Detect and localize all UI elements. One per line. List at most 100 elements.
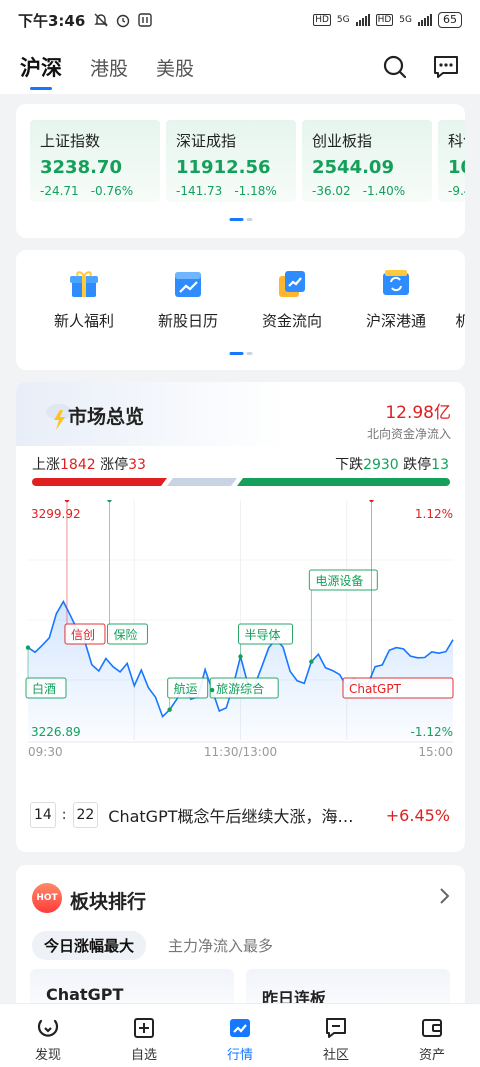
index-change: -141.73 xyxy=(176,184,223,198)
northbound-value: 12.98亿 xyxy=(385,403,451,423)
tab-top-gainers[interactable]: 今日涨幅最大 xyxy=(32,931,147,960)
menu-item-ipo-calendar[interactable]: 新股日历 xyxy=(136,268,240,331)
menu-item-partial[interactable]: 机 xyxy=(448,268,465,331)
nav-label: 资产 xyxy=(418,1048,445,1063)
nfc-icon xyxy=(138,13,153,27)
connect-icon xyxy=(380,268,412,300)
status-right: HD 5G HD 5G 65 xyxy=(313,12,462,28)
advance-decline: 上涨1842 涨停33 下跌2930 跌停13 xyxy=(32,454,449,474)
tab-hong-kong[interactable]: 港股 xyxy=(90,54,128,81)
limit-up-count: 33 xyxy=(128,457,146,473)
nav-label: 自选 xyxy=(130,1048,157,1063)
index-page-indicator xyxy=(229,218,252,221)
alarm-icon xyxy=(117,14,130,28)
annotation-point xyxy=(369,500,374,503)
menu-item-capital-flow[interactable]: 资金流向 xyxy=(240,268,344,331)
nav-market[interactable]: 行情 xyxy=(192,1004,288,1067)
news-hour: 14 xyxy=(30,802,56,828)
annotation-point xyxy=(209,687,215,693)
menu-label: 沪深港通 xyxy=(365,312,426,330)
nav-watchlist[interactable]: 自选 xyxy=(96,1004,192,1067)
index-item-star50[interactable]: 科创50 10 -9.4 xyxy=(438,120,465,202)
status-icons xyxy=(93,12,153,28)
annotation-point xyxy=(25,645,31,650)
up-count: 1842 xyxy=(60,457,96,473)
annotation-label: 保险 xyxy=(113,627,137,642)
annotation-point xyxy=(309,659,314,664)
index-name: 深证成指 xyxy=(176,132,237,150)
battery-icon: 65 xyxy=(438,12,462,28)
ratio-segment-flat xyxy=(167,478,238,486)
northbound-flow: 12.98亿 北向资金净流入 xyxy=(367,398,451,442)
x-tick-label: 15:00 xyxy=(418,745,453,759)
y-axis-max-label: 3299.92 xyxy=(31,507,81,521)
sector-ranking-title: 板块排行 xyxy=(70,891,147,913)
index-item-shenzhen[interactable]: 深证成指 11912.56 -141.73 -1.18% xyxy=(166,120,296,202)
news-minute: 22 xyxy=(72,802,99,828)
index-change: -36.02 xyxy=(312,184,351,198)
market-overview-title: 市场总览 xyxy=(68,406,145,428)
annotation-point xyxy=(107,500,112,503)
annotation-point xyxy=(64,500,70,503)
limit-up-label: 涨停 xyxy=(100,457,129,473)
hd-label-2: HD xyxy=(375,14,394,26)
watchlist-icon xyxy=(134,1018,154,1038)
index-pct: -0.76% xyxy=(90,184,134,198)
index-item-shanghai[interactable]: 上证指数 3238.70 -24.71 -0.76% xyxy=(30,120,160,202)
market-tabs: 沪深 港股 美股 xyxy=(0,40,480,94)
tab-main-inflow[interactable]: 主力净流入最多 xyxy=(156,931,285,960)
northbound-label: 北向资金净流入 xyxy=(366,427,451,441)
tab-shanghai-shenzhen[interactable]: 沪深 xyxy=(20,52,62,90)
index-pct: -1.40% xyxy=(362,184,406,198)
menu-item-stock-connect[interactable]: 沪深港通 xyxy=(344,268,448,331)
advance-decline-ratio-bar xyxy=(32,478,450,486)
annotation-label: 电源设备 xyxy=(315,574,363,588)
nav-community[interactable]: 社区 xyxy=(288,1004,384,1067)
up-label: 上涨 xyxy=(32,457,60,473)
quick-menu-card: 新人福利 新股日历 资金流向 沪深港通 机 xyxy=(16,250,465,370)
nav-discover[interactable]: 发现 xyxy=(0,1004,96,1067)
nav-label: 行情 xyxy=(226,1048,253,1063)
ratio-segment-down xyxy=(237,478,450,486)
annotation-label: 半导体 xyxy=(245,628,281,642)
capital-flow-icon xyxy=(276,268,308,300)
gift-icon xyxy=(68,268,100,300)
menu-label: 资金流向 xyxy=(261,312,322,330)
news-ticker[interactable]: 14 : 22 ChatGPT概念午后继续大涨，海… +6.45% xyxy=(30,802,450,828)
community-icon xyxy=(326,1018,346,1038)
limit-down-count: 13 xyxy=(431,457,449,473)
annotation-point xyxy=(238,654,243,659)
nav-assets[interactable]: 资产 xyxy=(384,1004,480,1067)
annotation-label: 航运 xyxy=(174,681,198,696)
menu-label: 新股日历 xyxy=(157,312,218,330)
market-icon xyxy=(230,1019,250,1037)
network-label-2: 5G xyxy=(399,15,412,25)
x-tick-label: 11:30/13:00 xyxy=(204,745,277,759)
market-overview-card[interactable]: 市场总览 12.98亿 北向资金净流入 上涨1842 涨停33 下跌2930 跌… xyxy=(16,382,465,852)
annotation-label: 信创 xyxy=(71,628,95,642)
more-icon xyxy=(447,268,465,300)
x-tick-label: 09:30 xyxy=(28,745,63,759)
index-name: 科创50 xyxy=(448,132,465,150)
index-pct: -1.18% xyxy=(234,184,277,198)
index-item-chinext[interactable]: 创业板指 2544.09 -36.02 -1.40% xyxy=(302,120,432,202)
tab-us[interactable]: 美股 xyxy=(156,54,194,81)
news-text: ChatGPT概念午后继续大涨，海… xyxy=(108,807,354,826)
message-icon[interactable] xyxy=(432,54,460,80)
chevron-right-icon[interactable] xyxy=(439,887,451,905)
signal-icon-2 xyxy=(418,14,432,26)
index-value: 10 xyxy=(448,157,465,178)
news-colon: : xyxy=(61,807,67,823)
index-value: 11912.56 xyxy=(176,157,271,178)
sector-ranking-card: HOT 板块排行 今日涨幅最大 主力净流入最多 ChatGPT 昨日连板 xyxy=(16,865,465,1015)
index-intraday-chart: 白酒 信创 保险航运 旅游综合 半导体 电源设备 ChatGPT 3299.92 3226.89… xyxy=(25,500,454,759)
search-icon[interactable] xyxy=(382,54,408,80)
index-list: 上证指数 3238.70 -24.71 -0.76% 深证成指 11912.56 … xyxy=(30,120,465,202)
discover-icon xyxy=(37,1019,59,1037)
limit-down-label: 跌停 xyxy=(403,457,432,473)
nav-label: 发现 xyxy=(34,1048,61,1063)
nav-label: 社区 xyxy=(322,1048,349,1063)
network-label-1: 5G xyxy=(336,15,350,25)
menu-item-newbie-benefits[interactable]: 新人福利 xyxy=(32,268,136,331)
ratio-segment-up xyxy=(32,478,168,486)
